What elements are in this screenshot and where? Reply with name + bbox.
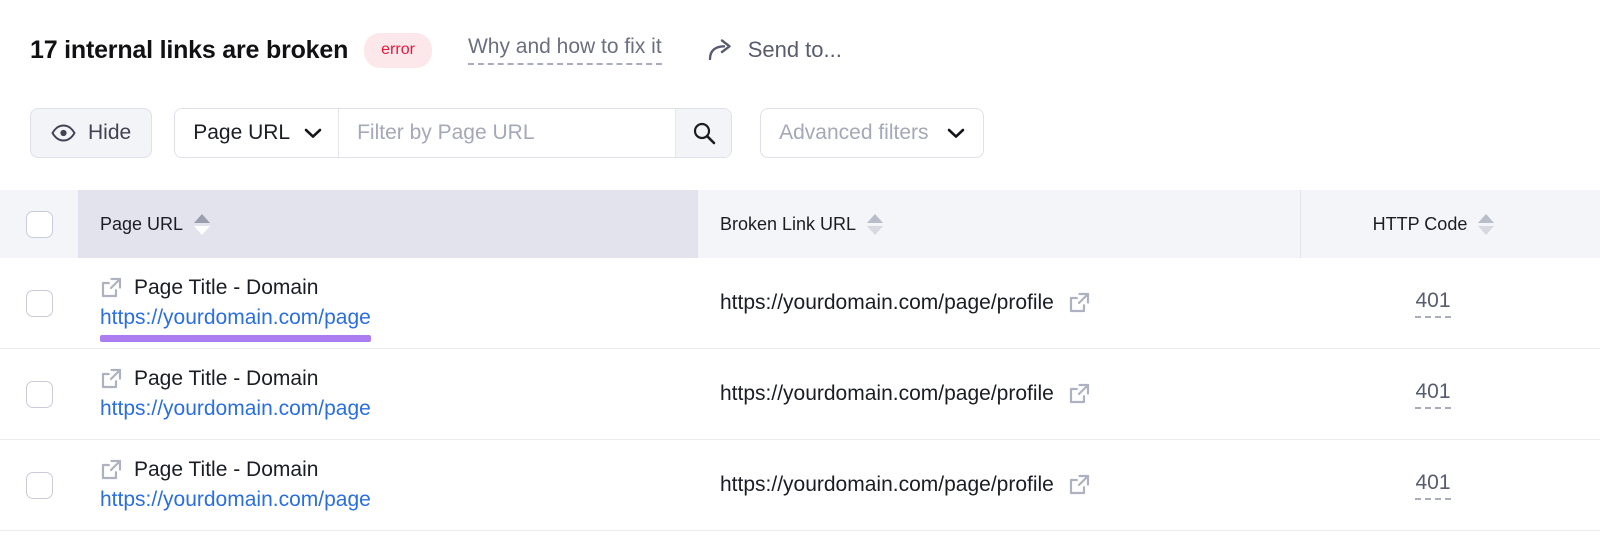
page-url-text: https://yourdomain.com/page (100, 397, 371, 420)
row-select-cell (0, 258, 78, 348)
status-badge: error (364, 32, 432, 68)
column-header-label: HTTP Code (1372, 213, 1468, 234)
page-url-link[interactable]: https://yourdomain.com/page (100, 488, 371, 512)
page-url-cell: Page Title - Domain https://yourdomain.c… (78, 349, 698, 439)
row-select-cell (0, 440, 78, 530)
page-title-line: Page Title - Domain (100, 367, 371, 391)
http-code-cell: 401 (1300, 258, 1600, 348)
table-row: Page Title - Domain https://yourdomain.c… (0, 349, 1600, 440)
column-header-label: Broken Link URL (720, 213, 857, 234)
sort-arrows-icon[interactable] (867, 213, 884, 235)
external-link-icon[interactable] (1068, 474, 1090, 496)
search-icon (692, 121, 716, 145)
search-input[interactable] (355, 120, 660, 146)
page-url-text: https://yourdomain.com/page (100, 306, 371, 329)
table-header-row: Page URL Broken Link URL HTTP Code (0, 190, 1600, 258)
eye-icon (51, 124, 76, 142)
http-code-cell: 401 (1300, 440, 1600, 530)
page-url-cell: Page Title - Domain https://yourdomain.c… (78, 440, 698, 530)
page-title-text: Page Title - Domain (134, 367, 319, 390)
sort-arrows-icon[interactable] (1478, 213, 1495, 235)
row-checkbox[interactable] (25, 380, 53, 408)
page-title-line: Page Title - Domain (100, 458, 371, 482)
external-link-icon[interactable] (1068, 292, 1090, 314)
page-url-cell: Page Title - Domain https://yourdomain.c… (78, 258, 698, 348)
column-header-broken-link-url[interactable]: Broken Link URL (698, 190, 1300, 258)
table-row: Page Title - Domain https://yourdomain.c… (0, 440, 1600, 531)
table-row: Page Title - Domain https://yourdomain.c… (0, 258, 1600, 349)
filter-field-value: Page URL (193, 121, 291, 144)
send-to-label: Send to... (747, 37, 842, 62)
external-link-icon (100, 368, 122, 390)
page-title-text: Page Title - Domain (134, 458, 319, 481)
select-all-header (0, 190, 78, 258)
page-url-link[interactable]: https://yourdomain.com/page (100, 306, 371, 342)
broken-link-url-text: https://yourdomain.com/page/profile (720, 291, 1054, 314)
filter-input-wrap (339, 109, 676, 157)
hide-button[interactable]: Hide (30, 108, 153, 158)
http-code-cell: 401 (1300, 349, 1600, 439)
http-code-value[interactable]: 401 (1415, 380, 1451, 409)
page-url-text: https://yourdomain.com/page (100, 488, 371, 511)
select-all-checkbox[interactable] (25, 210, 53, 238)
column-header-label: Page URL (100, 213, 184, 234)
page-title-text: Page Title - Domain (134, 276, 319, 299)
broken-link-url-text: https://yourdomain.com/page/profile (720, 382, 1054, 405)
broken-link-url-cell: https://yourdomain.com/page/profile (698, 440, 1300, 530)
page-title: 17 internal links are broken (30, 35, 349, 64)
page-url-link[interactable]: https://yourdomain.com/page (100, 397, 371, 421)
filter-bar: Hide Page URL Filter by Page URL Advance… (30, 108, 984, 158)
column-header-http-code[interactable]: HTTP Code (1300, 190, 1600, 258)
broken-link-url-text: https://yourdomain.com/page/profile (720, 473, 1054, 496)
external-link-icon (100, 277, 122, 299)
advanced-filters-button[interactable]: Advanced filters (760, 108, 984, 158)
row-checkbox[interactable] (25, 471, 53, 499)
highlight-underline (100, 335, 371, 342)
search-button[interactable] (675, 109, 732, 157)
share-arrow-icon (708, 39, 734, 61)
send-to-button[interactable]: Send to... (708, 37, 842, 63)
broken-links-table: Page URL Broken Link URL HTTP Code Page … (0, 190, 1600, 531)
chevron-down-icon (929, 128, 965, 139)
http-code-value[interactable]: 401 (1415, 471, 1451, 500)
page-title-line: Page Title - Domain (100, 276, 371, 300)
report-header: 17 internal links are broken error Why a… (30, 22, 842, 78)
chevron-down-icon (290, 128, 322, 139)
row-checkbox[interactable] (25, 289, 53, 317)
sort-arrows-icon[interactable] (194, 213, 211, 235)
column-header-page-url[interactable]: Page URL (78, 190, 698, 258)
table-body: Page Title - Domain https://yourdomain.c… (0, 258, 1600, 531)
row-select-cell (0, 349, 78, 439)
external-link-icon (100, 459, 122, 481)
why-and-how-to-fix-link[interactable]: Why and how to fix it (467, 35, 662, 65)
external-link-icon[interactable] (1068, 383, 1090, 405)
advanced-filters-label: Advanced filters (779, 121, 929, 144)
hide-label: Hide (88, 121, 132, 144)
filter-input-group: Page URL (174, 108, 733, 158)
broken-link-url-cell: https://yourdomain.com/page/profile (698, 349, 1300, 439)
http-code-value[interactable]: 401 (1415, 289, 1451, 318)
broken-links-report: 17 internal links are broken error Why a… (0, 0, 1600, 545)
broken-link-url-cell: https://yourdomain.com/page/profile (698, 258, 1300, 348)
filter-field-select[interactable]: Page URL (175, 109, 340, 157)
